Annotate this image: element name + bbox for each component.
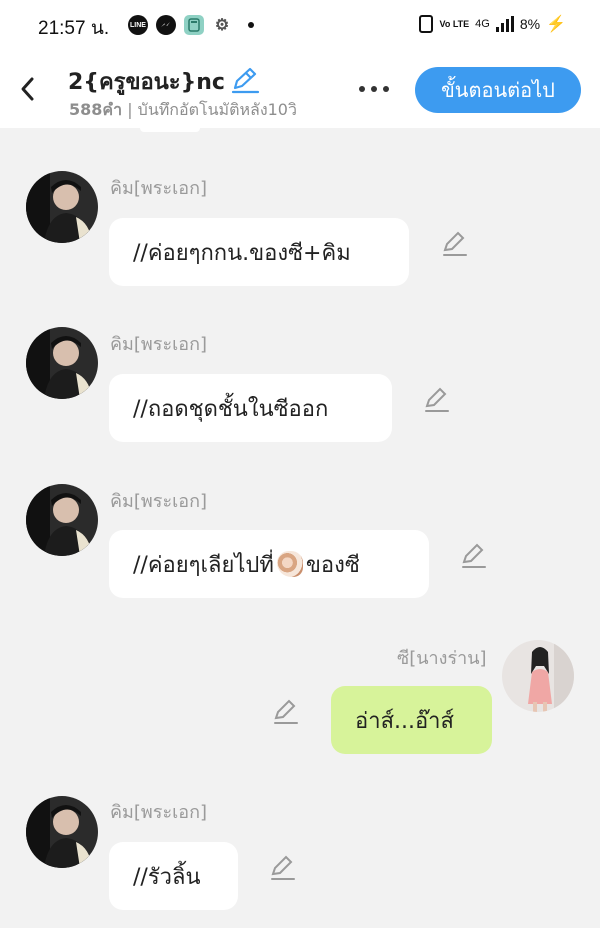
avatar-kim[interactable] xyxy=(26,171,98,243)
avatar-kim[interactable] xyxy=(26,484,98,556)
message-bubble[interactable]: //ค่อยๆกกน.ของซี+คิม xyxy=(109,218,409,286)
message-text: //ค่อยๆเลียไปที่ xyxy=(133,552,274,578)
pencil-icon xyxy=(274,699,298,724)
message-text: ของซี xyxy=(305,552,360,578)
word-count: 588คำ xyxy=(69,100,123,119)
story-title: 2{ครูขอนะ}nc xyxy=(68,70,225,95)
avatar-zee[interactable] xyxy=(502,640,574,712)
pencil-icon xyxy=(425,387,449,412)
edit-message-button[interactable] xyxy=(268,854,296,882)
calculator-icon xyxy=(184,15,204,35)
message-bubble[interactable]: อ่าส์...อ๊าส์ xyxy=(331,686,492,754)
edit-message-button[interactable] xyxy=(271,698,299,726)
message-bubble[interactable]: //ค่อยๆเลียไปที่ ของซี xyxy=(109,530,429,598)
sender-name: คิม[พระเอก] xyxy=(110,802,208,823)
charging-icon: ⚡ xyxy=(546,16,566,33)
kim-avatar-image xyxy=(26,171,98,243)
message-bubble[interactable]: //ถอดชุดชั้นในซีออก xyxy=(109,374,392,442)
signal-icon xyxy=(495,16,514,32)
autosave-note: | บันทึกอัตโนมัติหลัง10วิ xyxy=(127,100,297,119)
edit-message-button[interactable] xyxy=(422,386,450,414)
sender-name: คิม[พระเอก] xyxy=(110,491,208,512)
editor-header: 2{ครูขอนะ}nc 588คำ | บันทึกอัตโนมัติหลัง… xyxy=(0,52,600,128)
messenger-icon xyxy=(156,15,176,35)
pencil-icon xyxy=(271,855,295,880)
kim-avatar-image xyxy=(26,327,98,399)
message-bubble[interactable]: //รัวลิ้น xyxy=(109,842,238,910)
pencil-icon xyxy=(443,231,467,256)
kim-avatar-image xyxy=(26,484,98,556)
game-icon: ⚙ xyxy=(214,17,230,34)
sender-name: ซี[นางร่าน] xyxy=(397,648,487,669)
shell-emoji-icon xyxy=(276,551,303,577)
dot-icon xyxy=(371,86,377,92)
sender-name: คิม[พระเอก] xyxy=(110,178,208,199)
status-indicators: Vo LTE 4G 8% ⚡ xyxy=(419,14,566,34)
dot-icon xyxy=(359,86,365,92)
pencil-icon xyxy=(231,67,260,94)
volte-icon: Vo LTE xyxy=(439,18,470,29)
avatar-kim[interactable] xyxy=(26,327,98,399)
pencil-icon xyxy=(462,543,486,568)
vibrate-icon xyxy=(419,15,434,33)
battery-percent: 8% xyxy=(519,16,541,32)
dot-icon xyxy=(383,86,389,92)
zee-avatar-image xyxy=(502,640,574,712)
status-time: 21:57 น. xyxy=(38,18,110,39)
notification-dot-icon xyxy=(248,22,254,28)
back-button[interactable] xyxy=(14,72,42,106)
line-app-icon: LINE xyxy=(128,15,148,35)
edit-title-button[interactable] xyxy=(230,66,260,94)
avatar-kim[interactable] xyxy=(26,796,98,868)
sender-name: คิม[พระเอก] xyxy=(110,334,208,355)
status-bar: 21:57 น. LINE ⚙ Vo LTE 4G 8% ⚡ xyxy=(0,0,600,52)
kim-avatar-image xyxy=(26,796,98,868)
chevron-left-icon xyxy=(21,77,34,101)
editor-subtitle: 588คำ | บันทึกอัตโนมัติหลัง10วิ xyxy=(69,98,297,123)
edit-message-button[interactable] xyxy=(459,542,487,570)
edit-message-button[interactable] xyxy=(440,230,468,258)
network-type: 4G xyxy=(475,18,490,30)
more-options-button[interactable] xyxy=(354,74,394,104)
status-app-icons: LINE ⚙ xyxy=(128,15,254,35)
previous-bubble-edge xyxy=(140,128,200,132)
next-step-button[interactable]: ขั้นตอนต่อไป xyxy=(415,67,581,113)
